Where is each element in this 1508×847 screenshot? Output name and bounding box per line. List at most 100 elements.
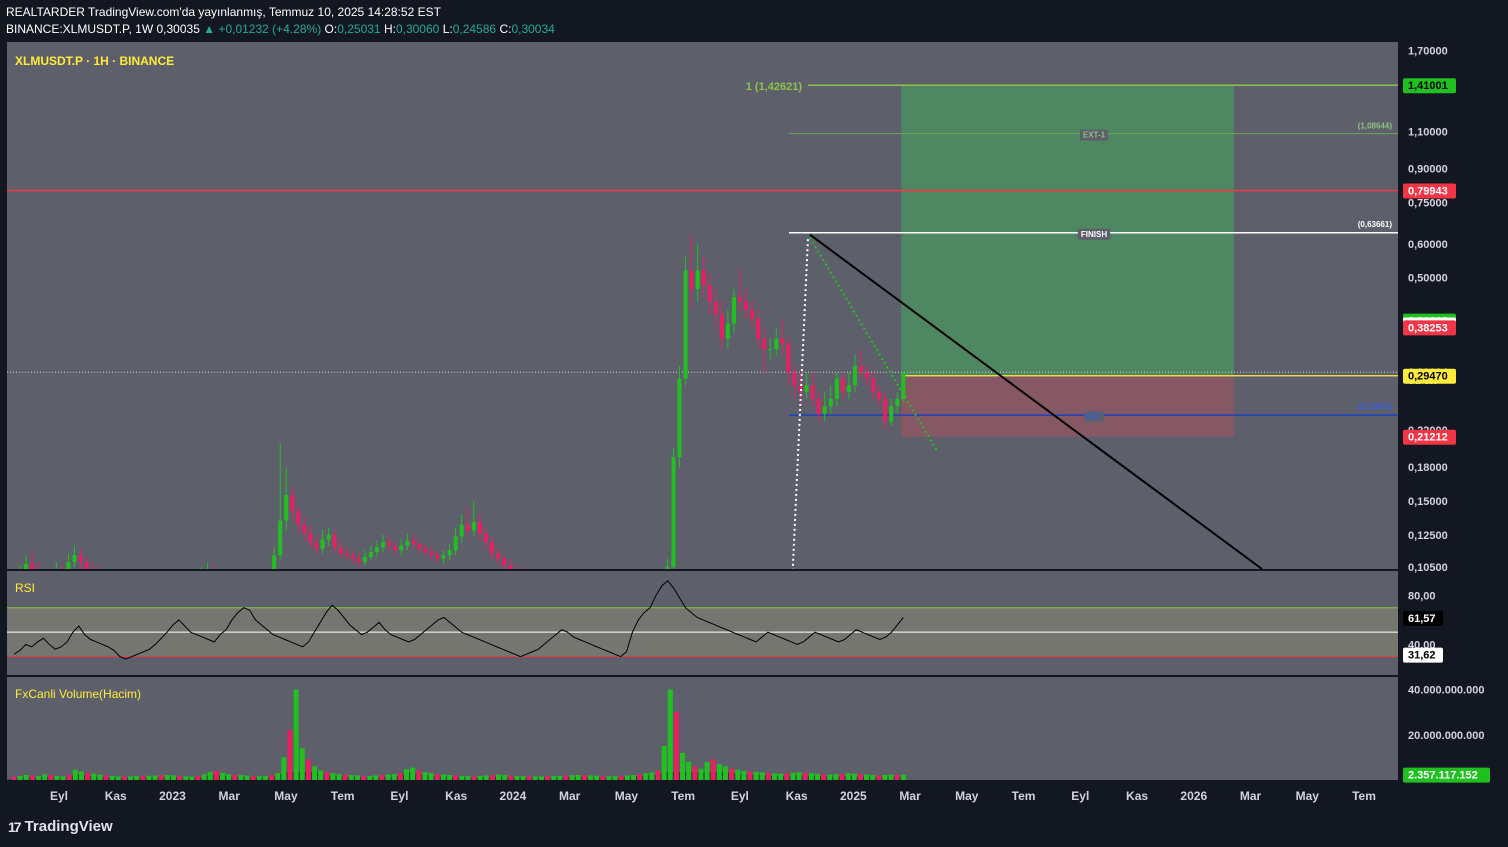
volume-bar [532, 776, 538, 780]
volume-bar [753, 771, 759, 780]
chart-canvas[interactable]: 1 (1,42621) EXT-1 (1,08644) FINISH (0,63661)… [0, 0, 1508, 812]
volume-bar [391, 774, 397, 780]
candle-body [865, 372, 870, 379]
volume-bar [870, 775, 876, 780]
time-tick-label: 2024 [500, 789, 527, 803]
volume-bar [189, 776, 195, 780]
candle-body [496, 553, 500, 559]
target-zone [901, 85, 1234, 376]
candle-body [780, 338, 785, 344]
time-tick-label: Eyl [50, 789, 68, 803]
volume-bar [336, 774, 342, 780]
candle-body [350, 555, 355, 559]
volume-bar [459, 775, 465, 780]
volume-bar [97, 774, 103, 780]
target-label: 1 (1,42621) [746, 81, 803, 93]
volume-bar [312, 766, 318, 780]
candle-body [429, 551, 434, 556]
candle-body [489, 542, 494, 554]
candle-body [846, 385, 851, 392]
candle-body [859, 366, 863, 373]
candle-body [459, 524, 464, 537]
volume-bar [361, 775, 367, 780]
ext-value-label: (1,08644) [1358, 122, 1393, 131]
time-tick-label: Eyl [390, 789, 408, 803]
volume-bar [808, 773, 814, 780]
volume-bar [287, 730, 293, 780]
ext-label: EXT-1 [1083, 131, 1106, 140]
volume-bar [262, 775, 268, 780]
volume-bar [643, 773, 649, 780]
pane-title: XLMUSDT.P · 1H · BINANCE [15, 54, 174, 68]
volume-bar [618, 775, 624, 780]
volume-bar [569, 775, 575, 780]
volume-bar [502, 775, 508, 780]
volume-bar [140, 775, 146, 780]
volume-bar [348, 775, 354, 780]
volume-bar [514, 775, 520, 780]
volume-bar [164, 775, 170, 780]
volume-bar [710, 759, 716, 780]
candle-body [822, 406, 827, 414]
time-tick-label: Tem [1352, 789, 1376, 803]
volume-bar [673, 712, 679, 780]
candle-body [840, 378, 845, 392]
tradingview-logo[interactable]: 17 TradingView [8, 818, 113, 835]
volume-bar [784, 773, 790, 780]
candle-body [362, 556, 367, 562]
volume-bar [318, 770, 324, 780]
volume-last-label: 2.357.117.152 [1408, 770, 1478, 782]
volume-bar [649, 772, 655, 780]
price-tick-label: 0,10500 [1408, 562, 1448, 574]
time-tick-label: Tem [671, 789, 695, 803]
candle-body [411, 540, 416, 544]
candle-body [852, 366, 857, 386]
volume-bar [428, 773, 434, 780]
volume-bar [36, 775, 42, 780]
candle-body [453, 536, 458, 551]
volume-bar [342, 774, 348, 780]
volume-bar [827, 774, 833, 780]
volume-bar [545, 776, 551, 780]
volume-bar [324, 772, 330, 780]
volume-pane[interactable] [7, 677, 1398, 780]
candle-body [701, 270, 706, 286]
candle-body [84, 561, 89, 569]
candle-body [725, 323, 730, 339]
stop-zone [901, 375, 1234, 437]
volume-bar [78, 771, 84, 780]
volume-bar [735, 769, 741, 780]
candle-body [399, 545, 404, 551]
volume-bar [612, 776, 618, 780]
volume-bar [42, 774, 48, 780]
candle-body [502, 558, 507, 566]
finish-label: FINISH [1081, 230, 1107, 239]
candle-body [356, 558, 361, 562]
time-tick-label: Kas [105, 789, 127, 803]
volume-bar [741, 770, 747, 780]
candle-body [91, 569, 95, 571]
volume-bar [232, 774, 238, 780]
candle-body [810, 385, 815, 399]
volume-bar [802, 772, 808, 780]
volume-bar [72, 769, 78, 780]
volume-bar [410, 767, 416, 780]
volume-bar [630, 775, 636, 780]
candle-body [792, 372, 797, 386]
candle-body [344, 553, 349, 556]
volume-bar [692, 766, 698, 780]
volume-bar [588, 775, 594, 780]
candle-body [713, 301, 718, 315]
volume-bar [624, 775, 630, 780]
volume-bar [538, 776, 544, 780]
candle-body [707, 285, 712, 302]
volume-bar [471, 776, 477, 780]
volume-bar [563, 775, 569, 780]
time-tick-label: Mar [219, 789, 241, 803]
volume-bar [293, 689, 299, 780]
candle-body [768, 349, 773, 351]
volume-bar [158, 775, 164, 780]
time-tick-label: May [274, 789, 298, 803]
candle-body [774, 338, 779, 350]
volume-bar [440, 774, 446, 780]
